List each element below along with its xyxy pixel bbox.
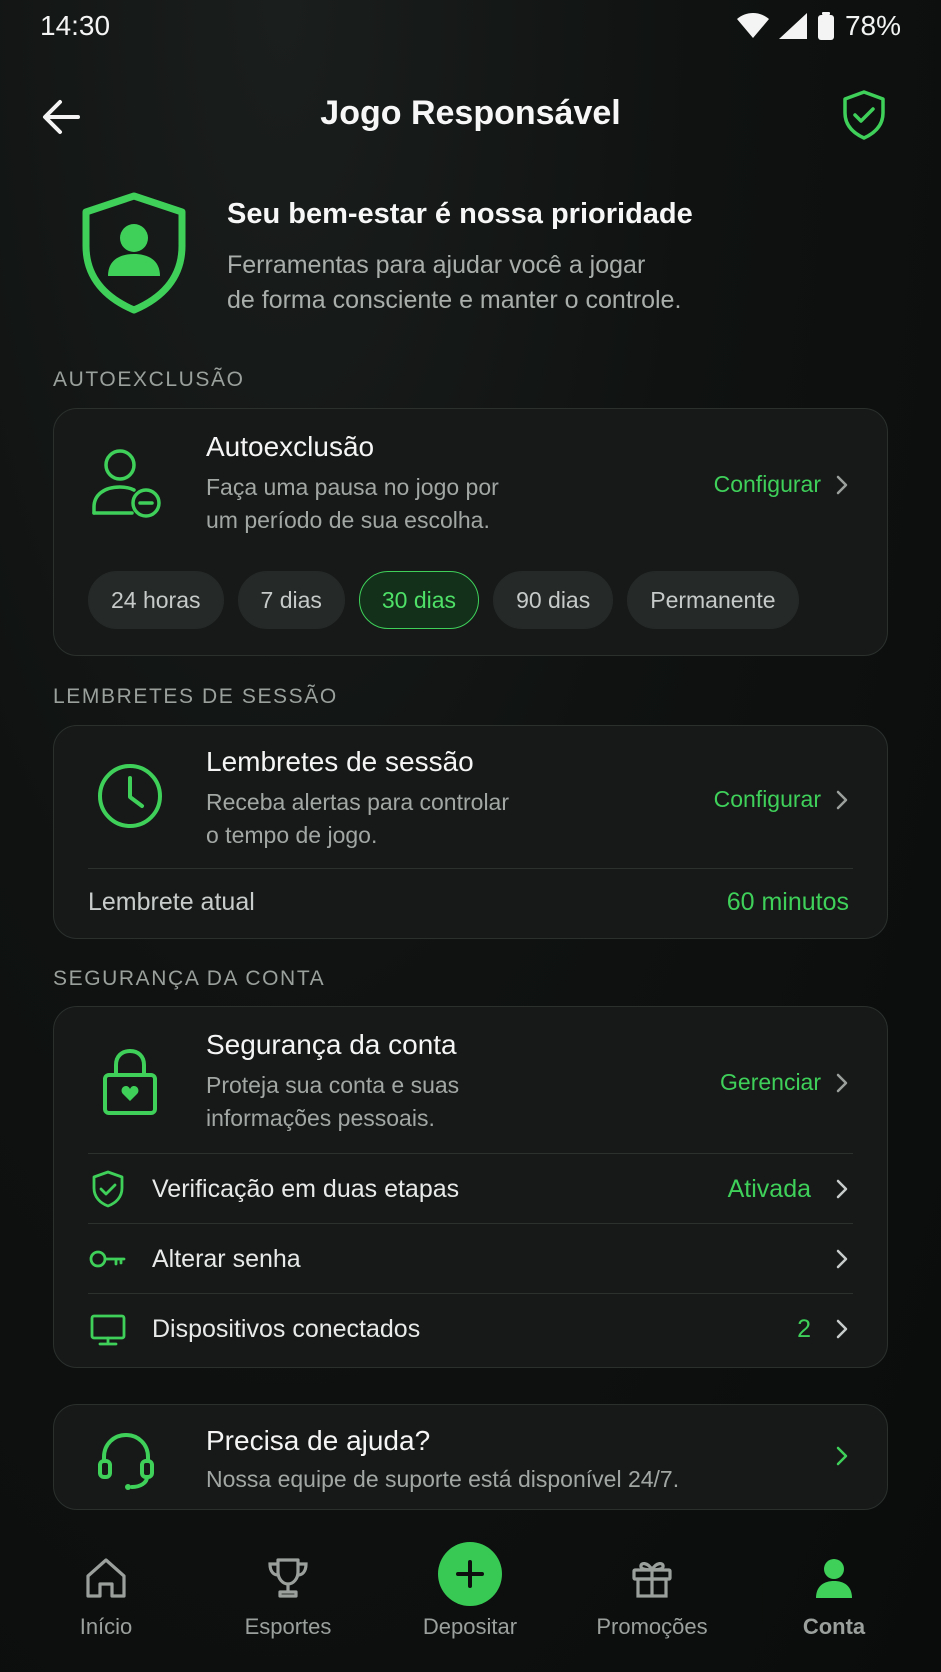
chevron-right-icon: [836, 1249, 848, 1269]
divider: [88, 868, 853, 869]
hero-banner: Seu bem-estar é nossa prioridade Ferrame…: [78, 190, 878, 330]
two-factor-row[interactable]: Verificação em duas etapas Ativada: [88, 1161, 849, 1217]
chevron-right-icon: [836, 475, 848, 494]
session-reminders-configure-button[interactable]: Configurar: [714, 786, 849, 813]
change-password-label: Alterar senha: [152, 1244, 301, 1273]
self-exclusion-card: Autoexclusão Faça uma pausa no jogo por …: [53, 408, 888, 656]
nav-item-depositar[interactable]: Depositar: [390, 1528, 550, 1640]
duration-chip-90-dias[interactable]: 90 dias: [493, 571, 614, 629]
nav-item-conta[interactable]: Conta: [754, 1528, 914, 1640]
chevron-right-icon: [836, 1446, 848, 1466]
battery-percent: 78%: [844, 10, 901, 41]
current-reminder-row: Lembrete atual 60 minutos: [88, 874, 849, 930]
connected-devices-row[interactable]: Dispositivos conectados 2: [88, 1301, 849, 1357]
shield-check-icon: [92, 1170, 124, 1208]
headset-icon: [94, 1427, 158, 1491]
current-reminder-label: Lembrete atual: [88, 887, 255, 916]
chevron-right-icon: [836, 790, 848, 809]
change-password-row[interactable]: Alterar senha: [88, 1231, 849, 1287]
nav-item-esportes[interactable]: Esportes: [208, 1528, 368, 1640]
chevron-right-icon: [836, 1179, 848, 1199]
nav-label: Esportes: [244, 1614, 332, 1639]
connected-devices-count: 2: [797, 1314, 811, 1343]
duration-options: 24 horas 7 dias 30 dias 90 dias Permanen…: [88, 571, 799, 629]
shield-button[interactable]: [839, 88, 889, 142]
self-exclusion-subtitle-line: um período de sua escolha.: [206, 507, 490, 533]
duration-chip-7-dias[interactable]: 7 dias: [237, 571, 345, 629]
divider: [88, 1153, 853, 1154]
nav-label: Depositar: [422, 1614, 518, 1639]
section-label-session-reminders: LEMBRETES DE SESSÃO: [53, 685, 338, 708]
key-icon: [89, 1250, 126, 1268]
hero-subtitle-line: Ferramentas para ajudar você a jogar: [227, 251, 646, 279]
self-exclusion-title: Autoexclusão: [206, 431, 375, 462]
self-exclusion-subtitle-line: Faça uma pausa no jogo por: [206, 474, 499, 500]
lock-heart-icon: [92, 1043, 168, 1119]
shield-user-icon: [78, 190, 190, 316]
account-security-subtitle-line: Proteja sua conta e suas: [206, 1072, 460, 1098]
section-label-account-security: SEGURANÇA DA CONTA: [53, 967, 326, 990]
hero-title: Seu bem-estar é nossa prioridade: [227, 198, 693, 230]
shield-check-icon: [843, 90, 885, 140]
monitor-icon: [90, 1314, 126, 1346]
session-reminders-card: Lembretes de sessão Receba alertas para …: [53, 725, 888, 939]
session-reminders-configure-label: Configurar: [713, 786, 821, 812]
nav-label: Promoções: [596, 1614, 708, 1639]
nav-item-inicio[interactable]: Início: [26, 1528, 186, 1640]
duration-chip-24-horas[interactable]: 24 horas: [88, 571, 224, 629]
help-open[interactable]: [835, 1445, 849, 1467]
section-label-self-exclusion: AUTOEXCLUSÃO: [53, 368, 245, 391]
connected-devices-label: Dispositivos conectados: [152, 1314, 421, 1343]
account-security-manage-button[interactable]: Gerenciar: [720, 1069, 849, 1096]
chevron-right-icon: [836, 1319, 848, 1339]
status-bar: 14:30 78%: [0, 0, 941, 56]
page-title: Jogo Responsável: [320, 94, 621, 132]
divider: [88, 1223, 853, 1224]
gift-icon: [632, 1562, 672, 1598]
current-reminder-value: 60 minutos: [726, 887, 849, 916]
self-exclusion-configure-label: Configurar: [713, 471, 821, 497]
wifi-icon: [736, 13, 769, 38]
user-minus-icon: [90, 445, 166, 521]
plus-icon: [456, 1560, 484, 1588]
bottom-navigation: Início Esportes Depositar Promoções Cont…: [0, 1528, 941, 1672]
self-exclusion-configure-button[interactable]: Configurar: [714, 471, 849, 498]
trophy-icon: [268, 1558, 308, 1598]
nav-label: Início: [79, 1614, 133, 1639]
account-security-manage-label: Gerenciar: [720, 1069, 821, 1095]
chevron-right-icon: [836, 1073, 848, 1092]
two-factor-status: Ativada: [727, 1174, 811, 1203]
session-reminders-title: Lembretes de sessão: [206, 746, 474, 777]
account-security-title: Segurança da conta: [206, 1029, 457, 1060]
two-factor-label: Verificação em duas etapas: [152, 1174, 460, 1203]
clock-icon: [92, 758, 168, 834]
nav-label: Conta: [802, 1614, 866, 1639]
hero-subtitle: Ferramentas para ajudar você a jogar de …: [227, 248, 787, 318]
battery-icon: [817, 12, 834, 40]
session-reminders-subtitle-line: Receba alertas para controlar: [206, 789, 509, 815]
status-icons: 78%: [736, 10, 901, 42]
help-title: Precisa de ajuda?: [206, 1425, 431, 1456]
account-security-card: Segurança da conta Proteja sua conta e s…: [53, 1006, 888, 1368]
help-card[interactable]: Precisa de ajuda? Nossa equipe de suport…: [53, 1404, 888, 1510]
status-time: 14:30: [40, 10, 111, 41]
nav-item-promocoes[interactable]: Promoções: [572, 1528, 732, 1640]
duration-chip-30-dias[interactable]: 30 dias: [358, 571, 480, 629]
duration-chip-permanente[interactable]: Permanente: [627, 571, 799, 629]
session-reminders-subtitle-line: o tempo de jogo.: [206, 822, 378, 848]
divider: [88, 1293, 853, 1294]
hero-subtitle-line: de forma consciente e manter o controle.: [227, 286, 682, 314]
self-exclusion-subtitle: Faça uma pausa no jogo por um período de…: [206, 471, 626, 537]
signal-icon: [778, 13, 807, 39]
session-reminders-subtitle: Receba alertas para controlar o tempo de…: [206, 786, 626, 852]
account-security-subtitle-line: informações pessoais.: [206, 1105, 435, 1131]
home-icon: [86, 1558, 126, 1598]
account-security-subtitle: Proteja sua conta e suas informações pes…: [206, 1069, 626, 1135]
deposit-button[interactable]: [438, 1542, 502, 1606]
app-header: Jogo Responsável: [0, 80, 941, 150]
user-icon: [816, 1559, 852, 1598]
help-subtitle: Nossa equipe de suporte está disponível …: [206, 1466, 680, 1492]
